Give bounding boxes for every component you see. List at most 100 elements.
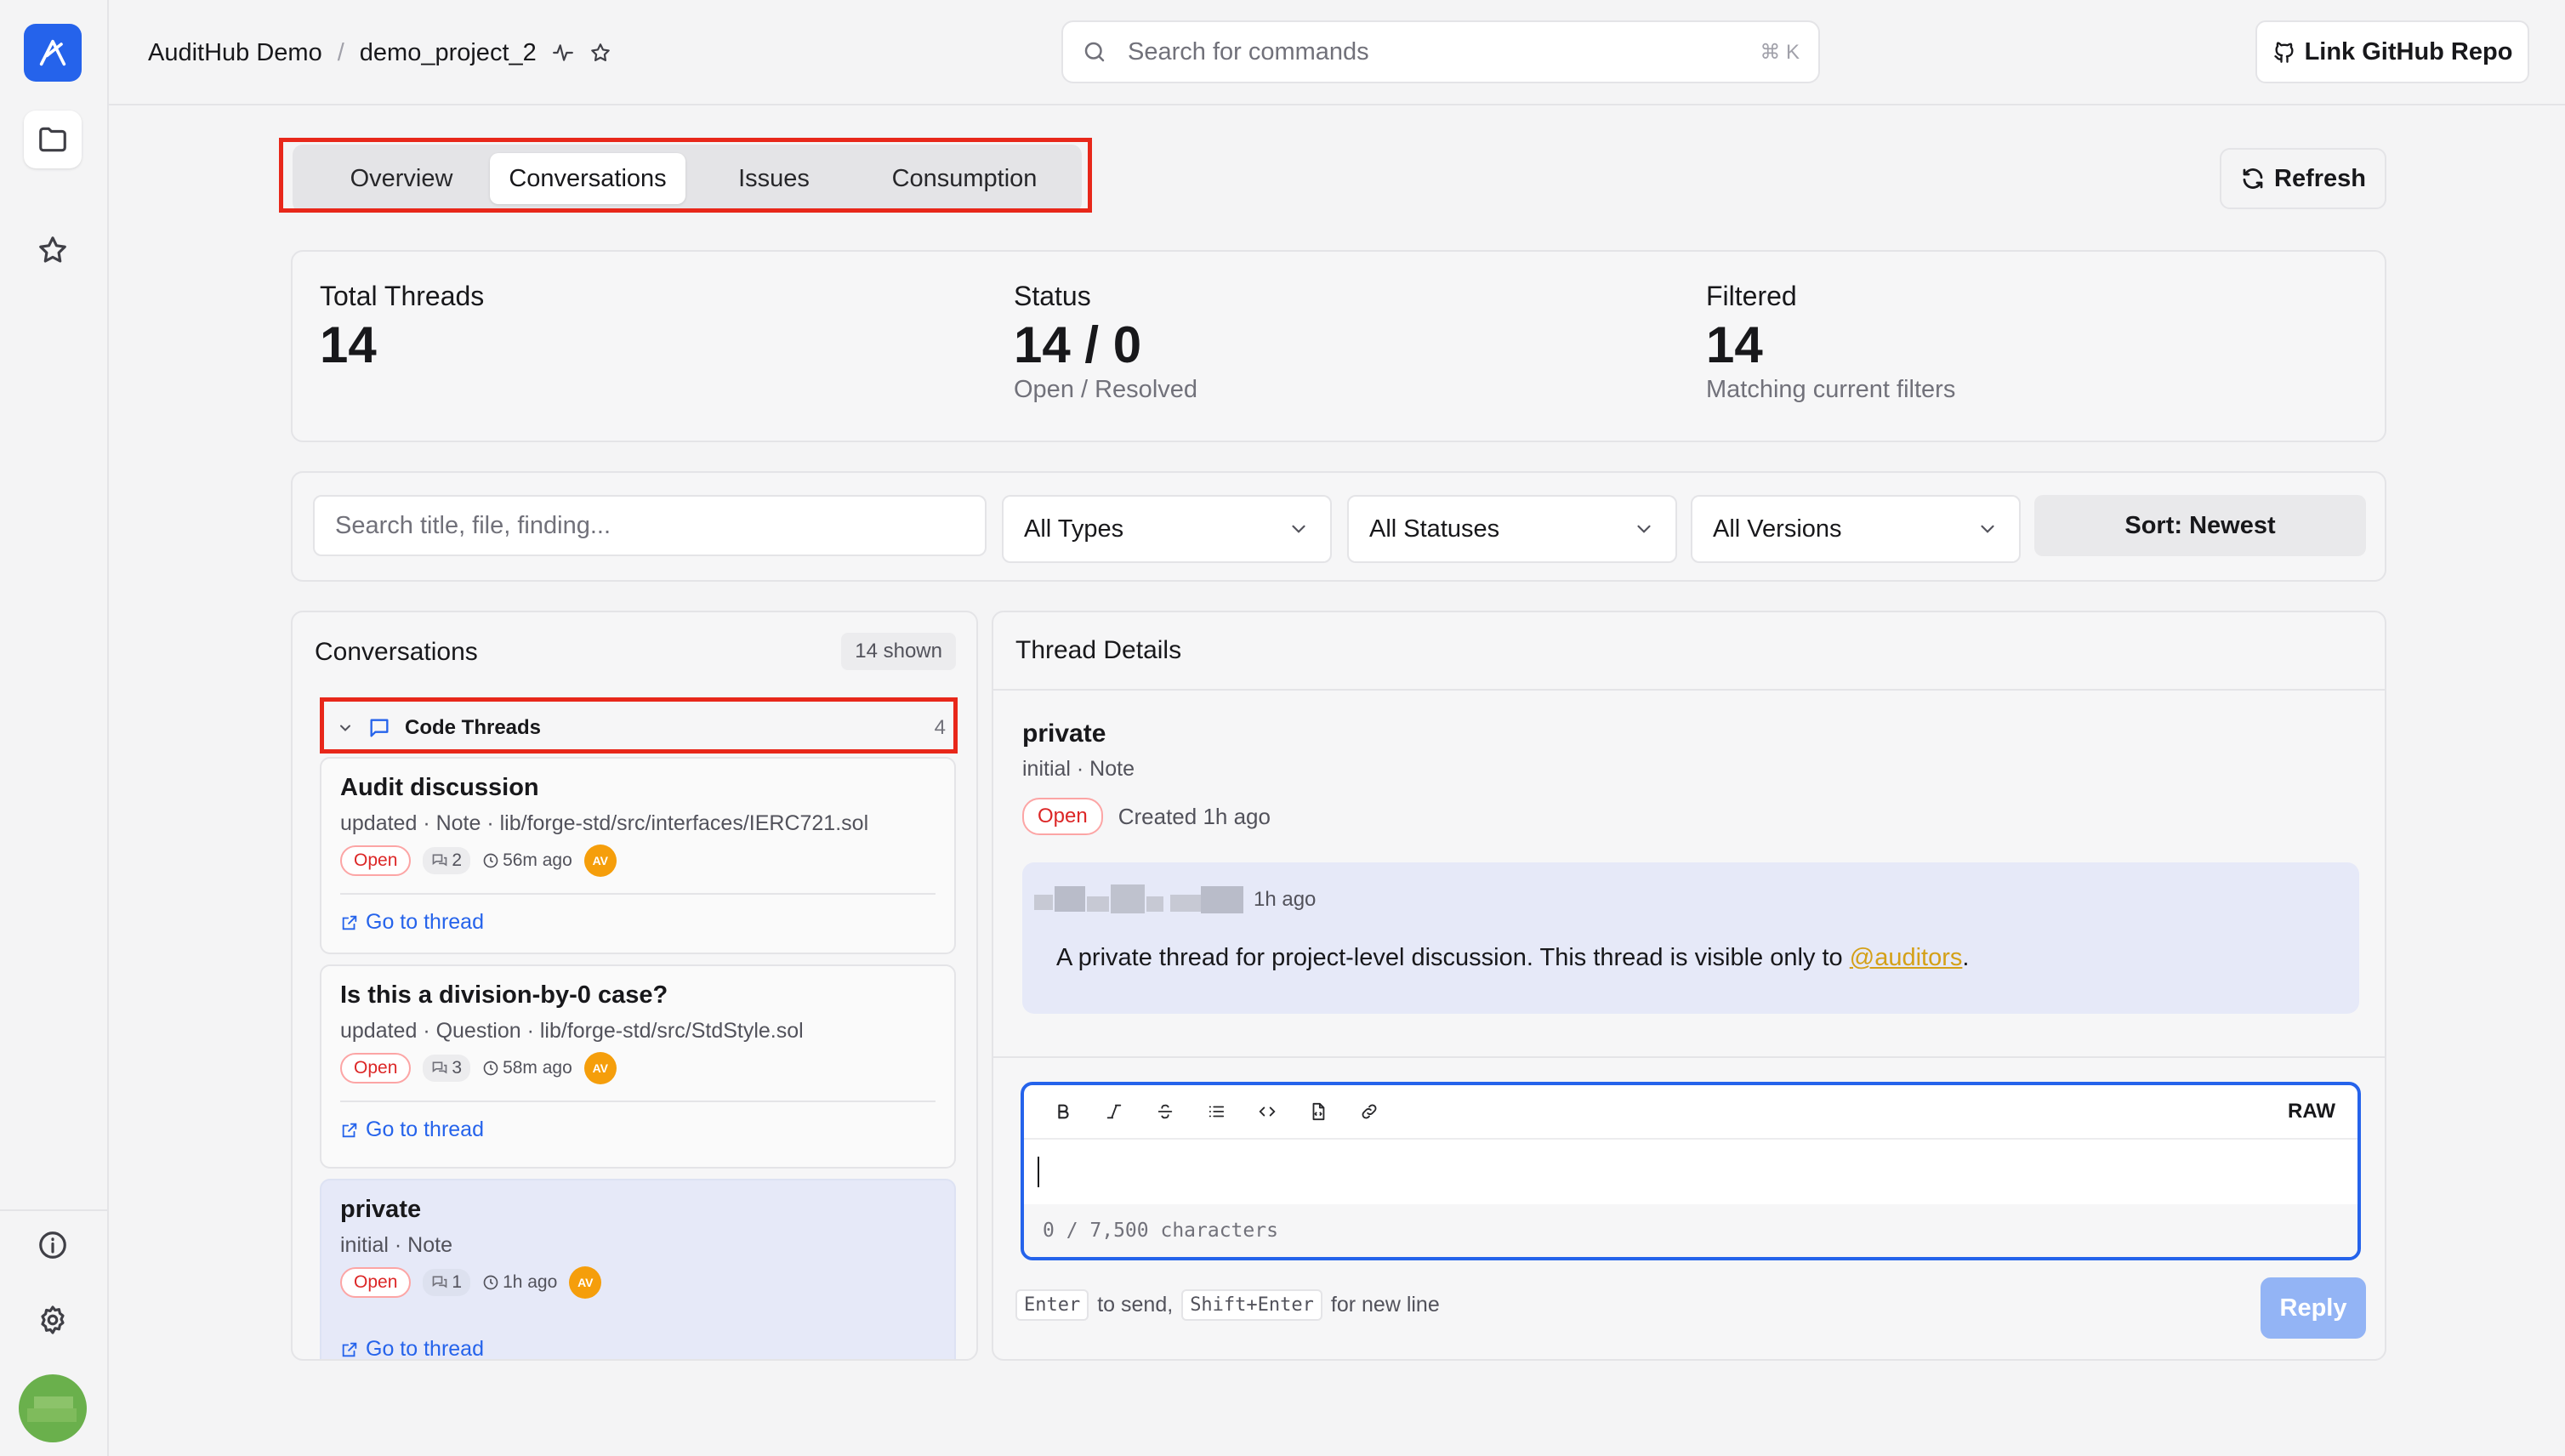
status-badge: Open: [340, 845, 412, 876]
thread-title: Is this a division-by-0 case?: [340, 981, 668, 1009]
hint-text: for new line: [1330, 1293, 1440, 1317]
chevron-down-icon: [1976, 518, 1999, 540]
hint-text: to send,: [1097, 1293, 1174, 1317]
gear-icon[interactable]: [24, 1291, 82, 1349]
thread-details-header: Thread Details: [993, 612, 2385, 691]
go-to-thread-label: Go to thread: [366, 910, 484, 934]
stat-label: Total Threads: [320, 281, 485, 311]
reply-count-value: 1: [452, 1272, 463, 1292]
avatar: AV: [583, 845, 617, 877]
link-github-button[interactable]: Link GitHub Repo: [2255, 20, 2529, 83]
card-divider: [340, 1101, 936, 1102]
sort-button[interactable]: Sort: Newest: [2034, 495, 2366, 556]
stat-subtext: Matching current filters: [1706, 376, 1956, 403]
search-shortcut: ⌘ K: [1760, 40, 1800, 64]
reply-count: 3: [423, 1055, 471, 1082]
app-logo-icon[interactable]: [24, 24, 82, 82]
thread-card[interactable]: Is this a division-by-0 case? updated · …: [320, 964, 956, 1169]
thread-time: 56m ago: [482, 850, 572, 871]
command-search[interactable]: Search for commands ⌘ K: [1061, 20, 1820, 83]
user-avatar[interactable]: [19, 1374, 87, 1442]
type-select[interactable]: All Types: [1002, 495, 1332, 563]
refresh-icon: [2240, 166, 2266, 191]
version-select-value: All Versions: [1713, 515, 1842, 543]
italic-icon[interactable]: [1089, 1090, 1140, 1133]
stat-value: 14: [1706, 316, 1763, 373]
go-to-thread-link[interactable]: Go to thread: [340, 1118, 484, 1142]
thread-status-row: Open Created 1h ago: [1022, 798, 1271, 835]
go-to-thread-link[interactable]: Go to thread: [340, 1337, 484, 1361]
go-to-thread-label: Go to thread: [366, 1118, 484, 1141]
stats-card: Total Threads 14 Status 14 / 0 Open / Re…: [291, 250, 2386, 442]
go-to-thread-label: Go to thread: [366, 1337, 484, 1361]
stat-value: 14 / 0: [1014, 316, 1142, 373]
shift-enter-key: Shift+Enter: [1181, 1289, 1322, 1321]
stat-filtered: Filtered 14 Matching current filters: [1706, 281, 1955, 404]
replies-icon: [431, 852, 448, 869]
star-icon[interactable]: [24, 221, 82, 279]
text-caret: [1038, 1157, 1039, 1187]
stat-subtext: Open / Resolved: [1014, 376, 1198, 403]
card-divider: [340, 893, 936, 895]
reply-count: 2: [423, 847, 471, 874]
thread-meta: updated · Note · lib/forge-std/src/inter…: [340, 811, 869, 835]
bold-icon[interactable]: [1038, 1090, 1089, 1133]
clock-icon: [482, 1060, 499, 1077]
conversations-panel: Conversations 14 shown Code Threads 4 Au…: [291, 611, 978, 1361]
breadcrumb-org[interactable]: AuditHub Demo: [148, 39, 322, 67]
thread-title: Audit discussion: [340, 774, 539, 801]
reply-editor[interactable]: RAW 0 / 7,500 characters: [1021, 1082, 2361, 1260]
message-suffix: .: [1962, 944, 1970, 971]
refresh-button[interactable]: Refresh: [2220, 148, 2386, 209]
avatar: AV: [569, 1266, 602, 1299]
reply-textarea[interactable]: [1024, 1141, 2357, 1206]
thread-time-value: 58m ago: [503, 1058, 572, 1078]
clock-icon: [482, 1274, 499, 1291]
folder-icon[interactable]: [24, 111, 82, 168]
file-code-icon[interactable]: [1293, 1090, 1344, 1133]
thread-details-panel: Thread Details private initial · Note Op…: [992, 611, 2386, 1361]
thread-title: private: [340, 1196, 422, 1223]
stat-label: Status: [1014, 281, 1091, 311]
reply-count-value: 3: [452, 1058, 463, 1078]
breadcrumb: AuditHub Demo / demo_project_2: [148, 34, 611, 71]
breadcrumb-project[interactable]: demo_project_2: [360, 39, 537, 67]
highlight-box-group: [320, 697, 958, 754]
highlight-box-tabs: [279, 138, 1092, 213]
status-select-value: All Statuses: [1369, 515, 1500, 543]
version-select[interactable]: All Versions: [1691, 495, 2021, 563]
raw-toggle-button[interactable]: RAW: [2288, 1100, 2335, 1123]
thread-card[interactable]: Audit discussion updated · Note · lib/fo…: [320, 757, 956, 954]
activity-icon[interactable]: [552, 42, 574, 64]
info-icon[interactable]: [24, 1216, 82, 1274]
thread-meta: initial · Note: [1022, 757, 1135, 781]
thread-time: 1h ago: [482, 1272, 557, 1293]
detail-divider: [993, 1056, 2385, 1058]
link-icon[interactable]: [1344, 1090, 1395, 1133]
reply-button[interactable]: Reply: [2261, 1277, 2366, 1339]
thread-info-row: Open 3 58m ago AV: [340, 1051, 617, 1085]
message-time: 1h ago: [1254, 888, 1317, 911]
thread-title: private: [1022, 719, 1106, 748]
thread-card-selected[interactable]: private initial · Note Open 1 1h ago AV …: [320, 1179, 956, 1361]
shown-count-badge: 14 shown: [841, 633, 956, 670]
stat-total-threads: Total Threads 14: [320, 281, 484, 374]
external-link-icon: [340, 913, 359, 932]
go-to-thread-link[interactable]: Go to thread: [340, 910, 484, 935]
favorite-star-icon[interactable]: [589, 42, 611, 64]
list-icon[interactable]: [1191, 1090, 1242, 1133]
stat-value: 14: [320, 316, 377, 373]
status-select[interactable]: All Statuses: [1347, 495, 1677, 563]
mention-link[interactable]: @auditors: [1850, 944, 1963, 971]
left-rail: [0, 0, 109, 1456]
thread-search-input[interactable]: Search title, file, finding...: [313, 495, 987, 556]
replies-icon: [431, 1060, 448, 1077]
breadcrumb-separator: /: [337, 38, 344, 66]
strikethrough-icon[interactable]: [1140, 1090, 1191, 1133]
rail-divider: [0, 1209, 107, 1211]
thread-time: 58m ago: [482, 1058, 572, 1078]
character-count: 0 / 7,500 characters: [1024, 1204, 2357, 1257]
clock-icon: [482, 852, 499, 869]
thread-time-value: 56m ago: [503, 850, 572, 870]
code-icon[interactable]: [1242, 1090, 1293, 1133]
